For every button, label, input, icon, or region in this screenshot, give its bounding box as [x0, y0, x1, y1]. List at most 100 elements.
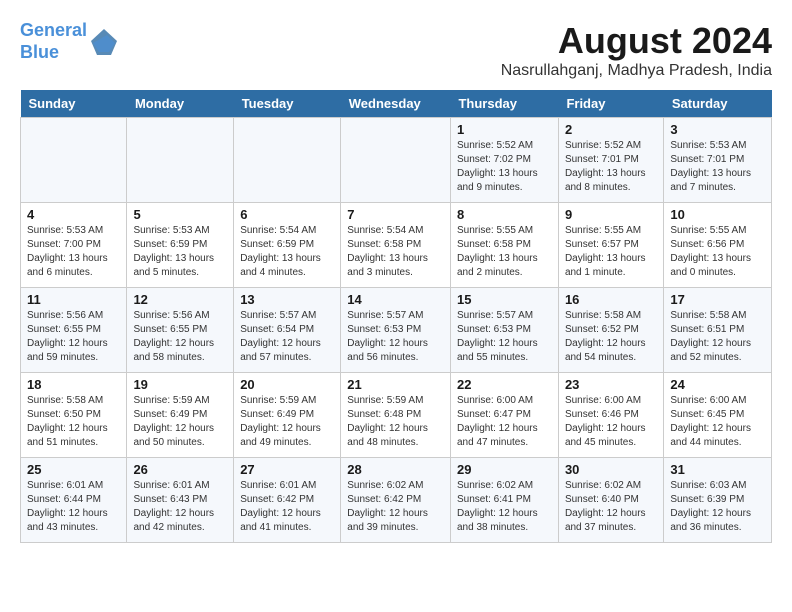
calendar-cell: 28 Sunrise: 6:02 AM Sunset: 6:42 PM Dayli… — [341, 458, 451, 543]
week-row-2: 4Sunrise: 5:53 AM Sunset: 7:00 PM Daylig… — [21, 203, 772, 288]
day-number: 28 — [347, 462, 444, 477]
day-number: 1 — [457, 122, 552, 137]
day-number: 7 — [347, 207, 444, 222]
day-number: 25 — [27, 462, 120, 477]
day-info: Sunrise: 5:55 AM Sunset: 6:56 PM Dayligh… — [670, 224, 765, 280]
calendar-cell: 23 Sunrise: 6:00 AM Sunset: 6:46 PM Dayli… — [558, 373, 663, 458]
calendar-cell: 16 Sunrise: 5:58 AM Sunset: 6:52 PM Dayli… — [558, 288, 663, 373]
day-number: 26 — [133, 462, 227, 477]
day-number: 3 — [670, 122, 765, 137]
day-info: Sunrise: 5:57 AM Sunset: 6:53 PM Dayligh… — [457, 309, 552, 365]
day-info: Sunrise: 6:01 AM Sunset: 6:43 PM Dayligh… — [133, 479, 227, 535]
calendar-cell — [341, 118, 451, 203]
day-number: 20 — [240, 377, 334, 392]
day-number: 4 — [27, 207, 120, 222]
day-number: 31 — [670, 462, 765, 477]
logo-icon — [89, 27, 119, 57]
calendar-cell: 8 Sunrise: 5:55 AM Sunset: 6:58 PM Daylig… — [450, 203, 558, 288]
day-info: Sunrise: 5:54 AM Sunset: 6:58 PM Dayligh… — [347, 224, 444, 280]
column-header-thursday: Thursday — [450, 90, 558, 118]
day-info: Sunrise: 6:00 AM Sunset: 6:46 PM Dayligh… — [565, 394, 657, 450]
day-info: Sunrise: 5:58 AM Sunset: 6:51 PM Dayligh… — [670, 309, 765, 365]
day-number: 24 — [670, 377, 765, 392]
day-info: Sunrise: 6:02 AM Sunset: 6:41 PM Dayligh… — [457, 479, 552, 535]
day-number: 16 — [565, 292, 657, 307]
calendar-table: SundayMondayTuesdayWednesdayThursdayFrid… — [20, 90, 772, 543]
calendar-cell: 13Sunrise: 5:57 AM Sunset: 6:54 PM Dayli… — [234, 288, 341, 373]
logo: General Blue — [20, 20, 119, 63]
calendar-cell: 1 Sunrise: 5:52 AM Sunset: 7:02 PM Daylig… — [450, 118, 558, 203]
calendar-cell: 21Sunrise: 5:59 AM Sunset: 6:48 PM Dayli… — [341, 373, 451, 458]
day-number: 8 — [457, 207, 552, 222]
calendar-cell — [127, 118, 234, 203]
day-info: Sunrise: 5:59 AM Sunset: 6:49 PM Dayligh… — [240, 394, 334, 450]
calendar-cell: 15Sunrise: 5:57 AM Sunset: 6:53 PM Dayli… — [450, 288, 558, 373]
calendar-cell: 7 Sunrise: 5:54 AM Sunset: 6:58 PM Daylig… — [341, 203, 451, 288]
day-info: Sunrise: 5:59 AM Sunset: 6:48 PM Dayligh… — [347, 394, 444, 450]
calendar-cell: 24 Sunrise: 6:00 AM Sunset: 6:45 PM Dayli… — [664, 373, 772, 458]
day-info: Sunrise: 6:01 AM Sunset: 6:44 PM Dayligh… — [27, 479, 120, 535]
day-info: Sunrise: 5:59 AM Sunset: 6:49 PM Dayligh… — [133, 394, 227, 450]
column-header-monday: Monday — [127, 90, 234, 118]
day-number: 11 — [27, 292, 120, 307]
calendar-cell: 6Sunrise: 5:54 AM Sunset: 6:59 PM Daylig… — [234, 203, 341, 288]
column-header-wednesday: Wednesday — [341, 90, 451, 118]
calendar-cell: 9 Sunrise: 5:55 AM Sunset: 6:57 PM Daylig… — [558, 203, 663, 288]
day-info: Sunrise: 5:56 AM Sunset: 6:55 PM Dayligh… — [27, 309, 120, 365]
calendar-cell: 10 Sunrise: 5:55 AM Sunset: 6:56 PM Dayli… — [664, 203, 772, 288]
day-number: 2 — [565, 122, 657, 137]
day-number: 14 — [347, 292, 444, 307]
week-row-5: 25 Sunrise: 6:01 AM Sunset: 6:44 PM Dayli… — [21, 458, 772, 543]
calendar-cell: 29 Sunrise: 6:02 AM Sunset: 6:41 PM Dayli… — [450, 458, 558, 543]
calendar-cell: 31Sunrise: 6:03 AM Sunset: 6:39 PM Dayli… — [664, 458, 772, 543]
week-row-3: 11 Sunrise: 5:56 AM Sunset: 6:55 PM Dayli… — [21, 288, 772, 373]
day-info: Sunrise: 6:01 AM Sunset: 6:42 PM Dayligh… — [240, 479, 334, 535]
column-header-sunday: Sunday — [21, 90, 127, 118]
day-number: 9 — [565, 207, 657, 222]
page-header: General Blue August 2024 Nasrullahganj, … — [20, 20, 772, 80]
day-info: Sunrise: 6:02 AM Sunset: 6:40 PM Dayligh… — [565, 479, 657, 535]
calendar-cell: 22 Sunrise: 6:00 AM Sunset: 6:47 PM Dayli… — [450, 373, 558, 458]
calendar-cell: 14 Sunrise: 5:57 AM Sunset: 6:53 PM Dayli… — [341, 288, 451, 373]
calendar-cell: 26 Sunrise: 6:01 AM Sunset: 6:43 PM Dayli… — [127, 458, 234, 543]
day-number: 22 — [457, 377, 552, 392]
column-header-saturday: Saturday — [664, 90, 772, 118]
calendar-cell: 17Sunrise: 5:58 AM Sunset: 6:51 PM Dayli… — [664, 288, 772, 373]
day-number: 19 — [133, 377, 227, 392]
day-info: Sunrise: 5:54 AM Sunset: 6:59 PM Dayligh… — [240, 224, 334, 280]
column-header-friday: Friday — [558, 90, 663, 118]
calendar-cell: 30 Sunrise: 6:02 AM Sunset: 6:40 PM Dayli… — [558, 458, 663, 543]
day-info: Sunrise: 5:57 AM Sunset: 6:53 PM Dayligh… — [347, 309, 444, 365]
calendar-cell: 19 Sunrise: 5:59 AM Sunset: 6:49 PM Dayli… — [127, 373, 234, 458]
day-info: Sunrise: 5:55 AM Sunset: 6:57 PM Dayligh… — [565, 224, 657, 280]
calendar-cell: 2Sunrise: 5:52 AM Sunset: 7:01 PM Daylig… — [558, 118, 663, 203]
calendar-cell: 5Sunrise: 5:53 AM Sunset: 6:59 PM Daylig… — [127, 203, 234, 288]
day-info: Sunrise: 5:58 AM Sunset: 6:52 PM Dayligh… — [565, 309, 657, 365]
day-info: Sunrise: 6:00 AM Sunset: 6:45 PM Dayligh… — [670, 394, 765, 450]
calendar-cell: 18 Sunrise: 5:58 AM Sunset: 6:50 PM Dayli… — [21, 373, 127, 458]
day-info: Sunrise: 6:00 AM Sunset: 6:47 PM Dayligh… — [457, 394, 552, 450]
day-number: 10 — [670, 207, 765, 222]
logo-general: General — [20, 20, 87, 40]
day-number: 23 — [565, 377, 657, 392]
day-number: 30 — [565, 462, 657, 477]
day-info: Sunrise: 5:56 AM Sunset: 6:55 PM Dayligh… — [133, 309, 227, 365]
day-info: Sunrise: 5:55 AM Sunset: 6:58 PM Dayligh… — [457, 224, 552, 280]
day-number: 29 — [457, 462, 552, 477]
calendar-cell: 11 Sunrise: 5:56 AM Sunset: 6:55 PM Dayli… — [21, 288, 127, 373]
location-subtitle: Nasrullahganj, Madhya Pradesh, India — [501, 62, 772, 80]
day-number: 27 — [240, 462, 334, 477]
day-number: 13 — [240, 292, 334, 307]
calendar-cell — [234, 118, 341, 203]
day-info: Sunrise: 5:52 AM Sunset: 7:02 PM Dayligh… — [457, 139, 552, 195]
calendar-cell — [21, 118, 127, 203]
logo-blue: Blue — [20, 42, 59, 62]
column-header-tuesday: Tuesday — [234, 90, 341, 118]
day-info: Sunrise: 5:58 AM Sunset: 6:50 PM Dayligh… — [27, 394, 120, 450]
day-info: Sunrise: 6:02 AM Sunset: 6:42 PM Dayligh… — [347, 479, 444, 535]
calendar-cell: 4Sunrise: 5:53 AM Sunset: 7:00 PM Daylig… — [21, 203, 127, 288]
header-row: SundayMondayTuesdayWednesdayThursdayFrid… — [21, 90, 772, 118]
week-row-1: 1 Sunrise: 5:52 AM Sunset: 7:02 PM Daylig… — [21, 118, 772, 203]
title-block: August 2024 Nasrullahganj, Madhya Prades… — [501, 20, 772, 80]
day-number: 18 — [27, 377, 120, 392]
